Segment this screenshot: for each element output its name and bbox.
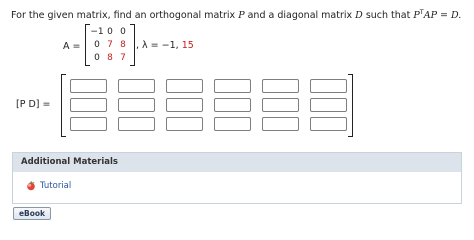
answer-input-r3-c5[interactable] xyxy=(262,117,299,131)
matrix-a-right-bracket xyxy=(130,24,135,66)
matrix-a-cell-highlighted: 7 xyxy=(120,53,126,63)
matrix-a-cell: 0 xyxy=(94,40,100,50)
answer-input-r1-c5[interactable] xyxy=(262,79,299,93)
problem-text-after: such that xyxy=(362,10,414,21)
eigenvalue-highlighted: 15 xyxy=(181,40,194,51)
matrix-a-cell: −1 xyxy=(90,27,104,37)
matrix-a-label: A = xyxy=(63,41,81,52)
matrix-a-cell-highlighted: 8 xyxy=(107,53,113,63)
answer-input-r1-c3[interactable] xyxy=(166,79,203,93)
answer-matrix xyxy=(61,74,353,137)
answer-input-r1-c4[interactable] xyxy=(214,79,251,93)
answer-matrix-right-bracket xyxy=(348,74,353,137)
answer-input-r2-c4[interactable] xyxy=(214,98,251,112)
matrix-a-cell-highlighted: 7 xyxy=(107,40,113,50)
answer-input-r1-c1[interactable] xyxy=(70,79,107,93)
answer-input-r3-c4[interactable] xyxy=(214,117,251,131)
problem-statement: For the given matrix, find an orthogonal… xyxy=(11,6,461,22)
eigenvalues-text: , λ = −1, 15 xyxy=(136,40,194,51)
matrix-a-cell: 0 xyxy=(120,27,126,37)
additional-materials-panel: Additional Materials Tutorial xyxy=(12,152,462,204)
answer-input-r1-c6[interactable] xyxy=(310,79,347,93)
problem-text-before: For the given matrix, find an orthogonal… xyxy=(11,10,239,21)
equation-tail: AP = D. xyxy=(423,10,462,21)
answer-input-r2-c1[interactable] xyxy=(70,98,107,112)
answer-input-r3-c2[interactable] xyxy=(118,117,155,131)
answer-input-r2-c2[interactable] xyxy=(118,98,155,112)
answer-matrix-label: [P D] = xyxy=(16,99,51,110)
matrix-a-cell-highlighted: 8 xyxy=(120,40,126,50)
answer-input-r3-c3[interactable] xyxy=(166,117,203,131)
additional-materials-title: Additional Materials xyxy=(13,153,461,172)
answer-input-r3-c6[interactable] xyxy=(310,117,347,131)
answer-input-r1-c2[interactable] xyxy=(118,79,155,93)
ebook-button[interactable]: eBook xyxy=(13,207,51,220)
eigenvalues-prefix: , λ = −1, xyxy=(136,40,182,51)
var-d: D xyxy=(355,10,363,21)
answer-input-r3-c1[interactable] xyxy=(70,117,107,131)
matrix-a: −1 0 0 0 7 8 0 8 7 xyxy=(85,24,135,66)
answer-input-r2-c6[interactable] xyxy=(310,98,347,112)
problem-text-mid: and a diagonal matrix xyxy=(244,10,356,21)
tutorial-link-label: Tutorial xyxy=(40,181,72,191)
answer-input-r2-c3[interactable] xyxy=(166,98,203,112)
matrix-a-cell: 0 xyxy=(107,27,113,37)
tutorial-icon xyxy=(27,181,35,191)
answer-matrix-left-bracket xyxy=(61,74,66,137)
matrix-a-cell: 0 xyxy=(94,53,100,63)
answer-input-r2-c5[interactable] xyxy=(262,98,299,112)
